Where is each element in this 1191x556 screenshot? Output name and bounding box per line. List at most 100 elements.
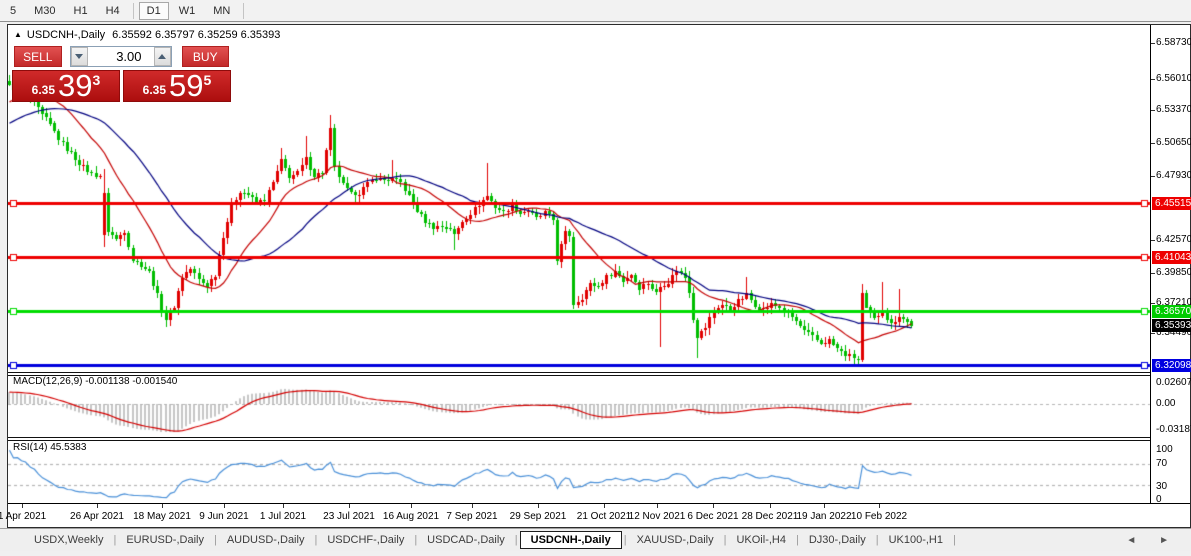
toolbar-separator <box>133 3 134 19</box>
rsi-value: 45.5383 <box>50 442 86 453</box>
price-axis-tick <box>1151 240 1155 241</box>
price-axis-label: 6.47930 <box>1156 170 1191 181</box>
macd-name: MACD(12,26,9) <box>13 376 82 387</box>
triangle-down-icon <box>75 54 83 59</box>
date-axis-tick <box>349 504 350 508</box>
tab-eurusd-daily[interactable]: EURUSD-,Daily <box>118 531 212 549</box>
price-badge: 6.35393 <box>1152 319 1191 332</box>
timeframe-button-w1[interactable]: W1 <box>171 2 204 20</box>
price-axis-tick <box>1151 303 1155 304</box>
price-axis-tick <box>1151 43 1155 44</box>
date-axis-label: 29 Sep 2021 <box>510 511 567 522</box>
macd-indicator-label: MACD(12,26,9) -0.001138 -0.001540 <box>13 376 177 387</box>
price-axis[interactable]: 6.587306.560106.533706.506506.479306.425… <box>1151 25 1190 503</box>
tab-usdcnh-daily[interactable]: USDCNH-,Daily <box>520 531 622 549</box>
buy-price-prefix: 6.35 <box>143 83 166 97</box>
tab-separator: | <box>113 534 116 546</box>
tab-usdx-weekly[interactable]: USDX,Weekly <box>26 531 111 549</box>
date-axis-tick <box>713 504 714 508</box>
date-axis-tick <box>411 504 412 508</box>
price-axis-label: 6.50650 <box>1156 137 1191 148</box>
rsi-axis-label: 100 <box>1156 444 1173 455</box>
macd-panel-divider-line2 <box>8 375 1190 376</box>
date-axis-tick <box>824 504 825 508</box>
date-axis-tick <box>604 504 605 508</box>
buy-button[interactable]: BUY <box>182 46 230 67</box>
date-axis[interactable]: 1 Apr 202126 Apr 202118 May 20219 Jun 20… <box>8 503 1190 527</box>
date-axis-label: 1 Apr 2021 <box>0 511 46 522</box>
timeframe-button-d1[interactable]: D1 <box>139 2 169 20</box>
price-axis-label: 6.56010 <box>1156 73 1191 84</box>
tab-usdchf-daily[interactable]: USDCHF-,Daily <box>319 531 412 549</box>
tab-xauusd-daily[interactable]: XAUUSD-,Daily <box>629 531 722 549</box>
macd-axis-label: 0.00 <box>1156 398 1175 409</box>
collapse-triangle-icon[interactable]: ▲ <box>14 30 22 39</box>
tab-ukoil-h4[interactable]: UKOil-,H4 <box>728 531 794 549</box>
chart-title: ▲USDCNH-,Daily6.35592 6.35797 6.35259 6.… <box>14 29 280 41</box>
macd-value: -0.001138 <box>85 376 129 387</box>
tab-separator: | <box>624 534 627 546</box>
status-strip <box>0 552 1191 556</box>
timeframe-button-m30[interactable]: M30 <box>26 2 63 20</box>
tab-dj30-daily[interactable]: DJ30-,Daily <box>801 531 874 549</box>
buy-price-box[interactable]: 6.35 59 5 <box>123 70 231 102</box>
tab-audusd-daily[interactable]: AUDUSD-,Daily <box>219 531 313 549</box>
volume-input[interactable] <box>88 47 154 66</box>
price-axis-tick <box>1151 176 1155 177</box>
price-axis-label: 6.39850 <box>1156 267 1191 278</box>
date-axis-label: 7 Sep 2021 <box>446 511 497 522</box>
date-axis-label: 28 Dec 2021 <box>742 511 799 522</box>
date-axis-tick <box>224 504 225 508</box>
chart-window: ▲USDCNH-,Daily6.35592 6.35797 6.35259 6.… <box>7 24 1191 528</box>
price-badge: 6.36570 <box>1152 305 1191 318</box>
date-axis-label: 6 Dec 2021 <box>687 511 738 522</box>
volume-increase-button[interactable] <box>154 47 171 66</box>
date-axis-label: 1 Jul 2021 <box>260 511 306 522</box>
tab-separator: | <box>796 534 799 546</box>
price-badge: 6.32098 <box>1152 359 1191 372</box>
one-click-trade-panel: SELL BUY 6.35 39 3 6.35 59 5 <box>12 44 231 102</box>
date-axis-label: 9 Jun 2021 <box>199 511 249 522</box>
rsi-axis-label: 70 <box>1156 458 1167 469</box>
date-axis-tick <box>770 504 771 508</box>
sell-price-box[interactable]: 6.35 39 3 <box>12 70 120 102</box>
chart-tab-bar: USDX,Weekly|EURUSD-,Daily|AUDUSD-,Daily|… <box>0 528 1191 551</box>
macd-axis-label: -0.03187 <box>1156 424 1191 435</box>
rsi-panel-divider-line2 <box>8 440 1190 441</box>
chart-ohlc-values: 6.35592 6.35797 6.35259 6.35393 <box>112 29 280 41</box>
date-axis-label: 26 Apr 2021 <box>70 511 124 522</box>
macd-panel-divider[interactable] <box>8 372 1190 373</box>
tab-separator: | <box>214 534 217 546</box>
price-axis-label: 6.53370 <box>1156 104 1191 115</box>
buy-price-main: 59 <box>169 72 203 100</box>
timeframe-button-mn[interactable]: MN <box>205 2 238 20</box>
date-axis-label: 23 Jul 2021 <box>323 511 375 522</box>
price-badge: 6.41043 <box>1152 251 1191 264</box>
date-axis-label: 10 Feb 2022 <box>851 511 907 522</box>
date-axis-tick <box>472 504 473 508</box>
sell-price-prefix: 6.35 <box>32 83 55 97</box>
macd-axis-label: 0.02607 <box>1156 377 1191 388</box>
tab-usdcad-daily[interactable]: USDCAD-,Daily <box>419 531 513 549</box>
tab-uk100-h1[interactable]: UK100-,H1 <box>881 531 951 549</box>
date-axis-tick <box>538 504 539 508</box>
timeframe-button-5[interactable]: 5 <box>2 2 24 20</box>
timeframe-button-h1[interactable]: H1 <box>66 2 96 20</box>
date-axis-tick <box>879 504 880 508</box>
tab-separator: | <box>314 534 317 546</box>
rsi-name: RSI(14) <box>13 442 47 453</box>
date-axis-label: 18 May 2021 <box>133 511 191 522</box>
volume-decrease-button[interactable] <box>71 47 88 66</box>
rsi-panel-divider[interactable] <box>8 437 1190 438</box>
sell-price-pip: 3 <box>93 72 101 88</box>
timeframe-button-h4[interactable]: H4 <box>98 2 128 20</box>
price-axis-tick <box>1151 110 1155 111</box>
sell-price-main: 39 <box>58 72 92 100</box>
tab-separator: | <box>515 534 518 546</box>
tab-separator: | <box>724 534 727 546</box>
date-axis-label: 12 Nov 2021 <box>629 511 686 522</box>
tab-separator: | <box>876 534 879 546</box>
tab-scroll-arrows[interactable]: ◄ ► <box>1126 535 1179 546</box>
rsi-indicator-label: RSI(14) 45.5383 <box>13 442 86 453</box>
sell-button[interactable]: SELL <box>14 46 62 67</box>
